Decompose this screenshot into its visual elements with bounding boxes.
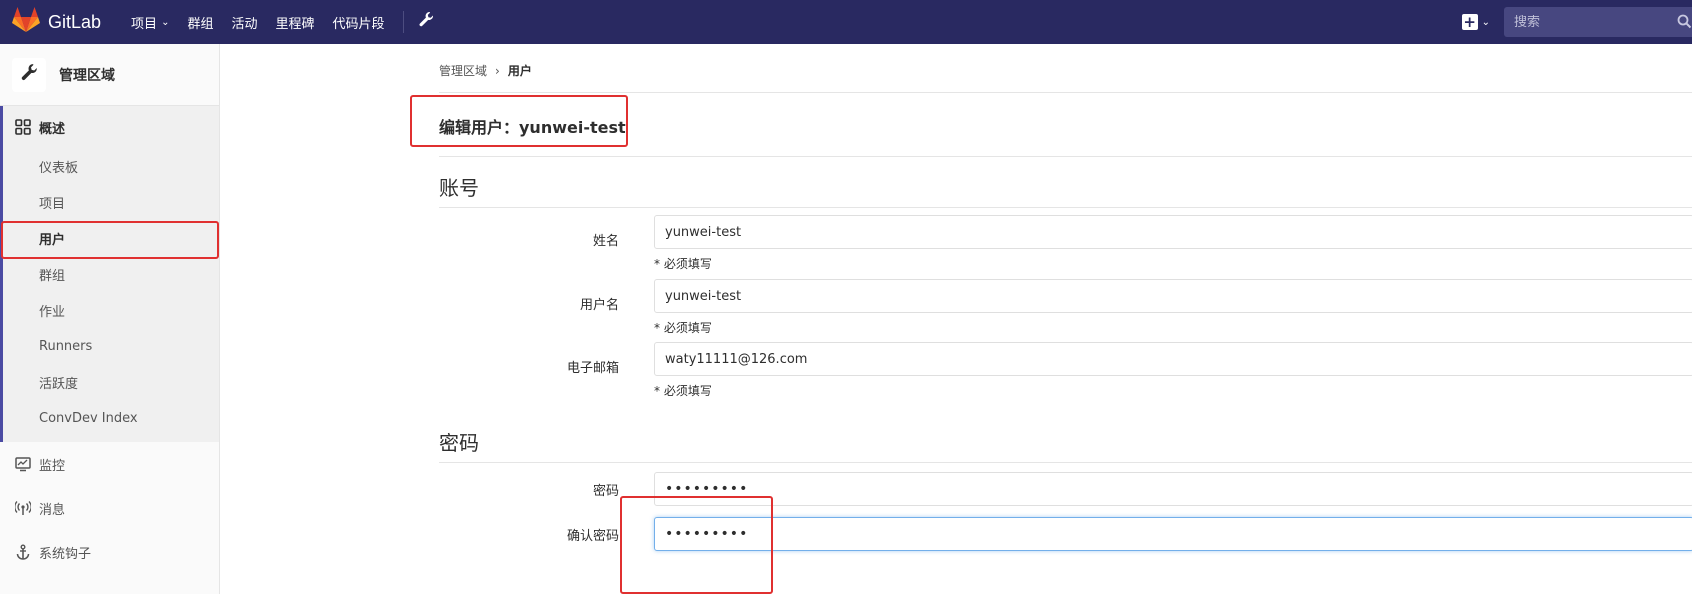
password-section-title: 密码 [439, 431, 479, 455]
sidebar-item-monitoring[interactable]: 监控 [0, 442, 219, 486]
username-field[interactable] [654, 279, 1692, 313]
sidebar-item-convdev-index[interactable]: ConvDev Index [3, 400, 219, 436]
sidebar-item-runners[interactable]: Runners [3, 328, 219, 364]
account-section-title: 账号 [439, 176, 479, 200]
divider [439, 156, 1692, 157]
password-field[interactable] [654, 472, 1692, 506]
breadcrumb: 管理区域 › 用户 [439, 62, 532, 79]
sidebar-item-jobs[interactable]: 作业 [3, 292, 219, 328]
nav-projects-dropdown[interactable]: 项目 ⌄ [131, 13, 169, 32]
chevron-down-icon: ⌄ [1481, 16, 1490, 28]
required-hint: * 必须填写 [654, 384, 712, 398]
sidebar-item-dashboard[interactable]: 仪表板 [3, 148, 219, 184]
nav-groups-link[interactable]: 群组 [187, 13, 213, 32]
nav-divider [402, 11, 404, 33]
wrench-icon [20, 63, 38, 87]
gitlab-logo-icon [12, 7, 40, 37]
nav-link-label: 项目 [131, 16, 158, 32]
gitlab-home-link[interactable]: GitLab [12, 0, 101, 44]
sidebar-item-projects[interactable]: 项目 [3, 184, 219, 220]
name-field[interactable] [654, 215, 1692, 249]
search-icon[interactable] [1677, 14, 1692, 33]
search-input[interactable] [1514, 14, 1674, 30]
grid-icon [15, 119, 31, 135]
broadcast-icon [15, 500, 31, 516]
sidebar-item-label: 消息 [39, 502, 66, 518]
page-title: 编辑用户：yunwei-test [439, 118, 626, 137]
sidebar: 管理区域 概述 仪表板 项目 用户 群组 作业 Runners 活跃度 Conv… [0, 44, 220, 594]
sidebar-group-overview: 概述 仪表板 项目 用户 群组 作业 Runners 活跃度 ConvDev I… [0, 106, 219, 442]
breadcrumb-admin-link[interactable]: 管理区域 [439, 62, 487, 79]
sidebar-item-messages[interactable]: 消息 [0, 486, 219, 530]
nav-activity-link[interactable]: 活动 [231, 13, 257, 32]
brand-name: GitLab [48, 11, 102, 32]
breadcrumb-current: 用户 [507, 64, 532, 78]
top-navbar: GitLab 项目 ⌄ 群组 活动 里程碑 代码片段 + ⌄ [0, 0, 1692, 44]
password-label: 密码 [592, 484, 619, 499]
sidebar-item-overview[interactable]: 概述 [3, 106, 219, 148]
sidebar-item-label: 监控 [39, 458, 66, 474]
required-hint: * 必须填写 [654, 257, 712, 271]
wrench-icon [418, 11, 434, 33]
sidebar-item-label: 概述 [39, 121, 66, 137]
password-confirm-field[interactable] [654, 517, 1692, 551]
sidebar-header[interactable]: 管理区域 [0, 44, 219, 106]
divider [439, 92, 1692, 93]
divider [439, 462, 1692, 463]
nav-milestones-link[interactable]: 里程碑 [275, 13, 314, 32]
sidebar-item-system-hooks[interactable]: 系统钩子 [0, 530, 219, 574]
sidebar-item-groups[interactable]: 群组 [3, 256, 219, 292]
search-box [1504, 7, 1692, 37]
admin-avatar [12, 57, 46, 92]
plus-square-icon: + [1461, 13, 1478, 31]
email-label: 电子邮箱 [566, 361, 619, 376]
main-content: 管理区域 › 用户 编辑用户：yunwei-test 账号 姓名 * 必须填写 … [220, 44, 1692, 594]
name-label: 姓名 [592, 234, 619, 249]
sidebar-item-users[interactable]: 用户 [3, 220, 219, 256]
required-hint: * 必须填写 [654, 321, 712, 335]
divider [439, 207, 1692, 208]
sidebar-item-activity[interactable]: 活跃度 [3, 364, 219, 400]
password-confirm-label: 确认密码 [566, 529, 619, 544]
chevron-right-icon: › [495, 63, 500, 78]
new-item-dropdown[interactable]: + ⌄ [1461, 13, 1490, 31]
anchor-icon [15, 544, 31, 560]
monitor-icon [15, 456, 31, 472]
chevron-down-icon: ⌄ [161, 16, 170, 28]
nav-snippets-link[interactable]: 代码片段 [333, 13, 385, 32]
email-field[interactable] [654, 342, 1692, 376]
username-label: 用户名 [579, 298, 619, 313]
sidebar-title: 管理区域 [59, 67, 115, 84]
sidebar-item-label: 系统钩子 [39, 546, 92, 562]
admin-area-link[interactable] [418, 11, 434, 33]
